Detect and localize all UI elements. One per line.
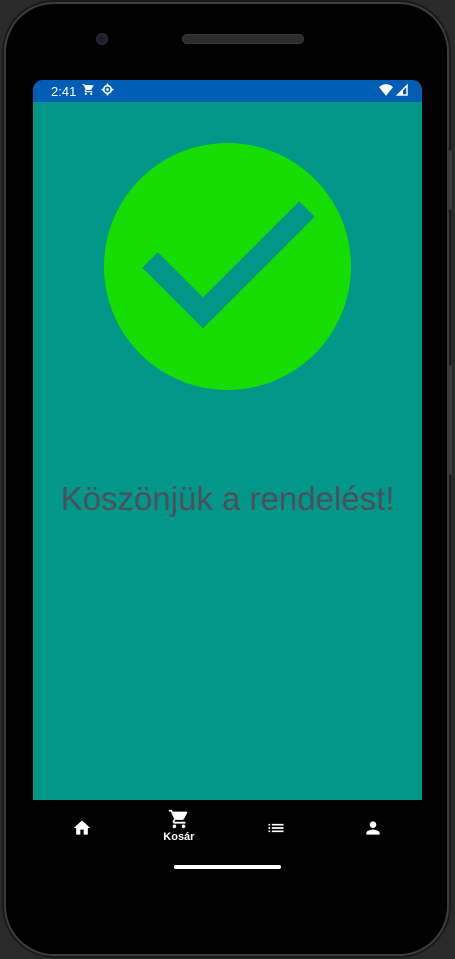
nav-item-profile[interactable]	[325, 800, 422, 860]
nav-label-cart: Kosár	[163, 831, 195, 843]
front-camera	[96, 33, 108, 45]
cart-icon	[168, 808, 190, 830]
earpiece-speaker	[182, 34, 304, 44]
home-icon	[72, 817, 92, 839]
confirmation-message: Köszönjük a rendelést!	[60, 480, 395, 517]
list-icon	[266, 817, 286, 839]
app-screen: 2:41 Köszönjük a rendelést!	[33, 80, 422, 800]
wifi-icon	[379, 83, 393, 99]
cart-icon	[82, 83, 95, 99]
bottom-navigation: Kosár	[33, 800, 422, 860]
person-icon	[363, 817, 383, 839]
power-button	[449, 150, 452, 210]
signal-icon	[395, 83, 408, 99]
settings-icon	[101, 83, 114, 99]
status-time: 2:41	[51, 83, 77, 99]
check-circle-icon	[104, 143, 351, 390]
nav-item-cart[interactable]: Kosár	[130, 800, 227, 860]
home-indicator[interactable]	[174, 865, 281, 869]
status-bar: 2:41	[33, 80, 422, 102]
nav-item-list[interactable]	[228, 800, 325, 860]
volume-button	[449, 365, 452, 475]
nav-item-home[interactable]	[33, 800, 130, 860]
